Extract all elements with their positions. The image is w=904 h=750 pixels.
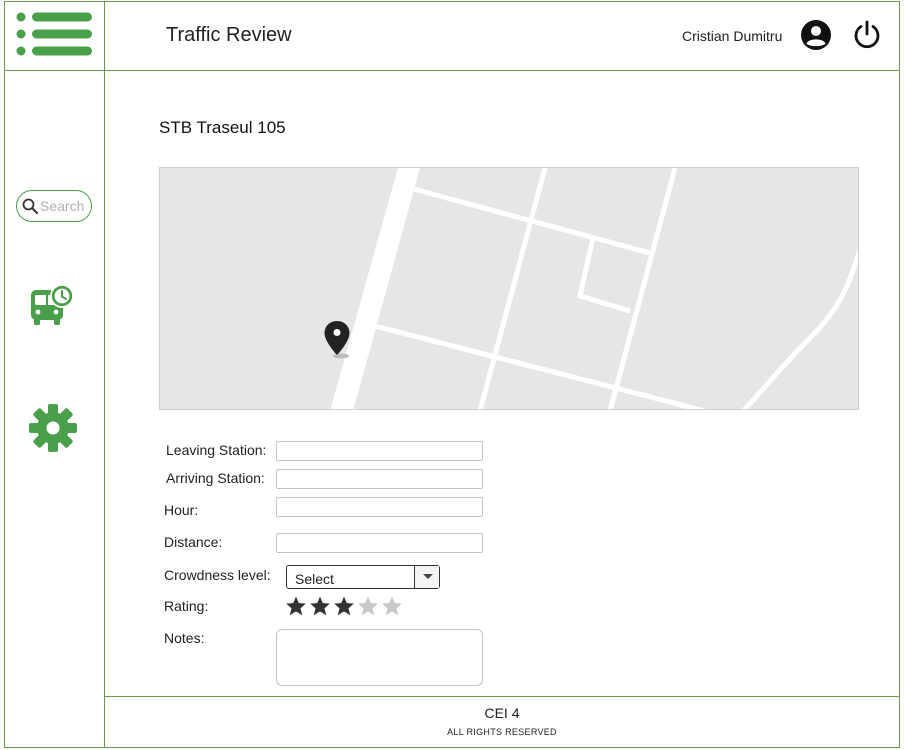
footer-title: CEI 4 [484, 705, 520, 721]
hour-label: Hour: [164, 502, 199, 518]
footer: CEI 4 ALL RIGHTS RESERVED [104, 696, 900, 748]
crowdness-selected-value: Select [295, 571, 334, 587]
leaving-station-input[interactable] [276, 441, 483, 461]
arriving-station-input[interactable] [276, 469, 483, 489]
gear-icon[interactable] [29, 404, 77, 452]
crowdness-label: Crowdness level: [164, 567, 271, 583]
search-icon [22, 198, 38, 214]
rating-label: Rating: [164, 598, 209, 614]
arriving-station-label: Arriving Station: [166, 470, 265, 486]
user-account-icon[interactable] [800, 19, 832, 51]
route-title: STB Traseul 105 [159, 118, 286, 137]
star-icon[interactable] [284, 594, 308, 618]
power-icon[interactable] [852, 20, 882, 50]
star-icon[interactable] [332, 594, 356, 618]
footer-subtitle: ALL RIGHTS RESERVED [447, 727, 557, 737]
star-icon[interactable] [308, 594, 332, 618]
star-icon[interactable] [380, 594, 404, 618]
search-input[interactable] [40, 198, 90, 214]
app-title: Traffic Review [166, 24, 292, 46]
header-divider [4, 70, 900, 71]
notes-label: Notes: [164, 630, 205, 646]
hour-input[interactable] [276, 497, 483, 517]
map-roads [330, 168, 858, 409]
hamburger-menu-icon[interactable] [14, 10, 94, 58]
distance-label: Distance: [164, 534, 223, 550]
star-icon[interactable] [356, 594, 380, 618]
rating-stars[interactable] [284, 594, 404, 618]
crowdness-select[interactable]: Select [286, 565, 440, 589]
bus-schedule-icon[interactable] [30, 283, 76, 327]
user-name: Cristian Dumitru [682, 28, 783, 44]
sidebar [4, 1, 105, 748]
sidebar-search[interactable] [16, 190, 92, 222]
distance-input[interactable] [276, 533, 483, 553]
notes-textarea[interactable] [276, 629, 483, 686]
route-map[interactable] [159, 167, 859, 410]
leaving-station-label: Leaving Station: [166, 442, 267, 458]
map-pin-icon[interactable] [323, 320, 351, 360]
chevron-down-icon[interactable] [414, 566, 439, 588]
